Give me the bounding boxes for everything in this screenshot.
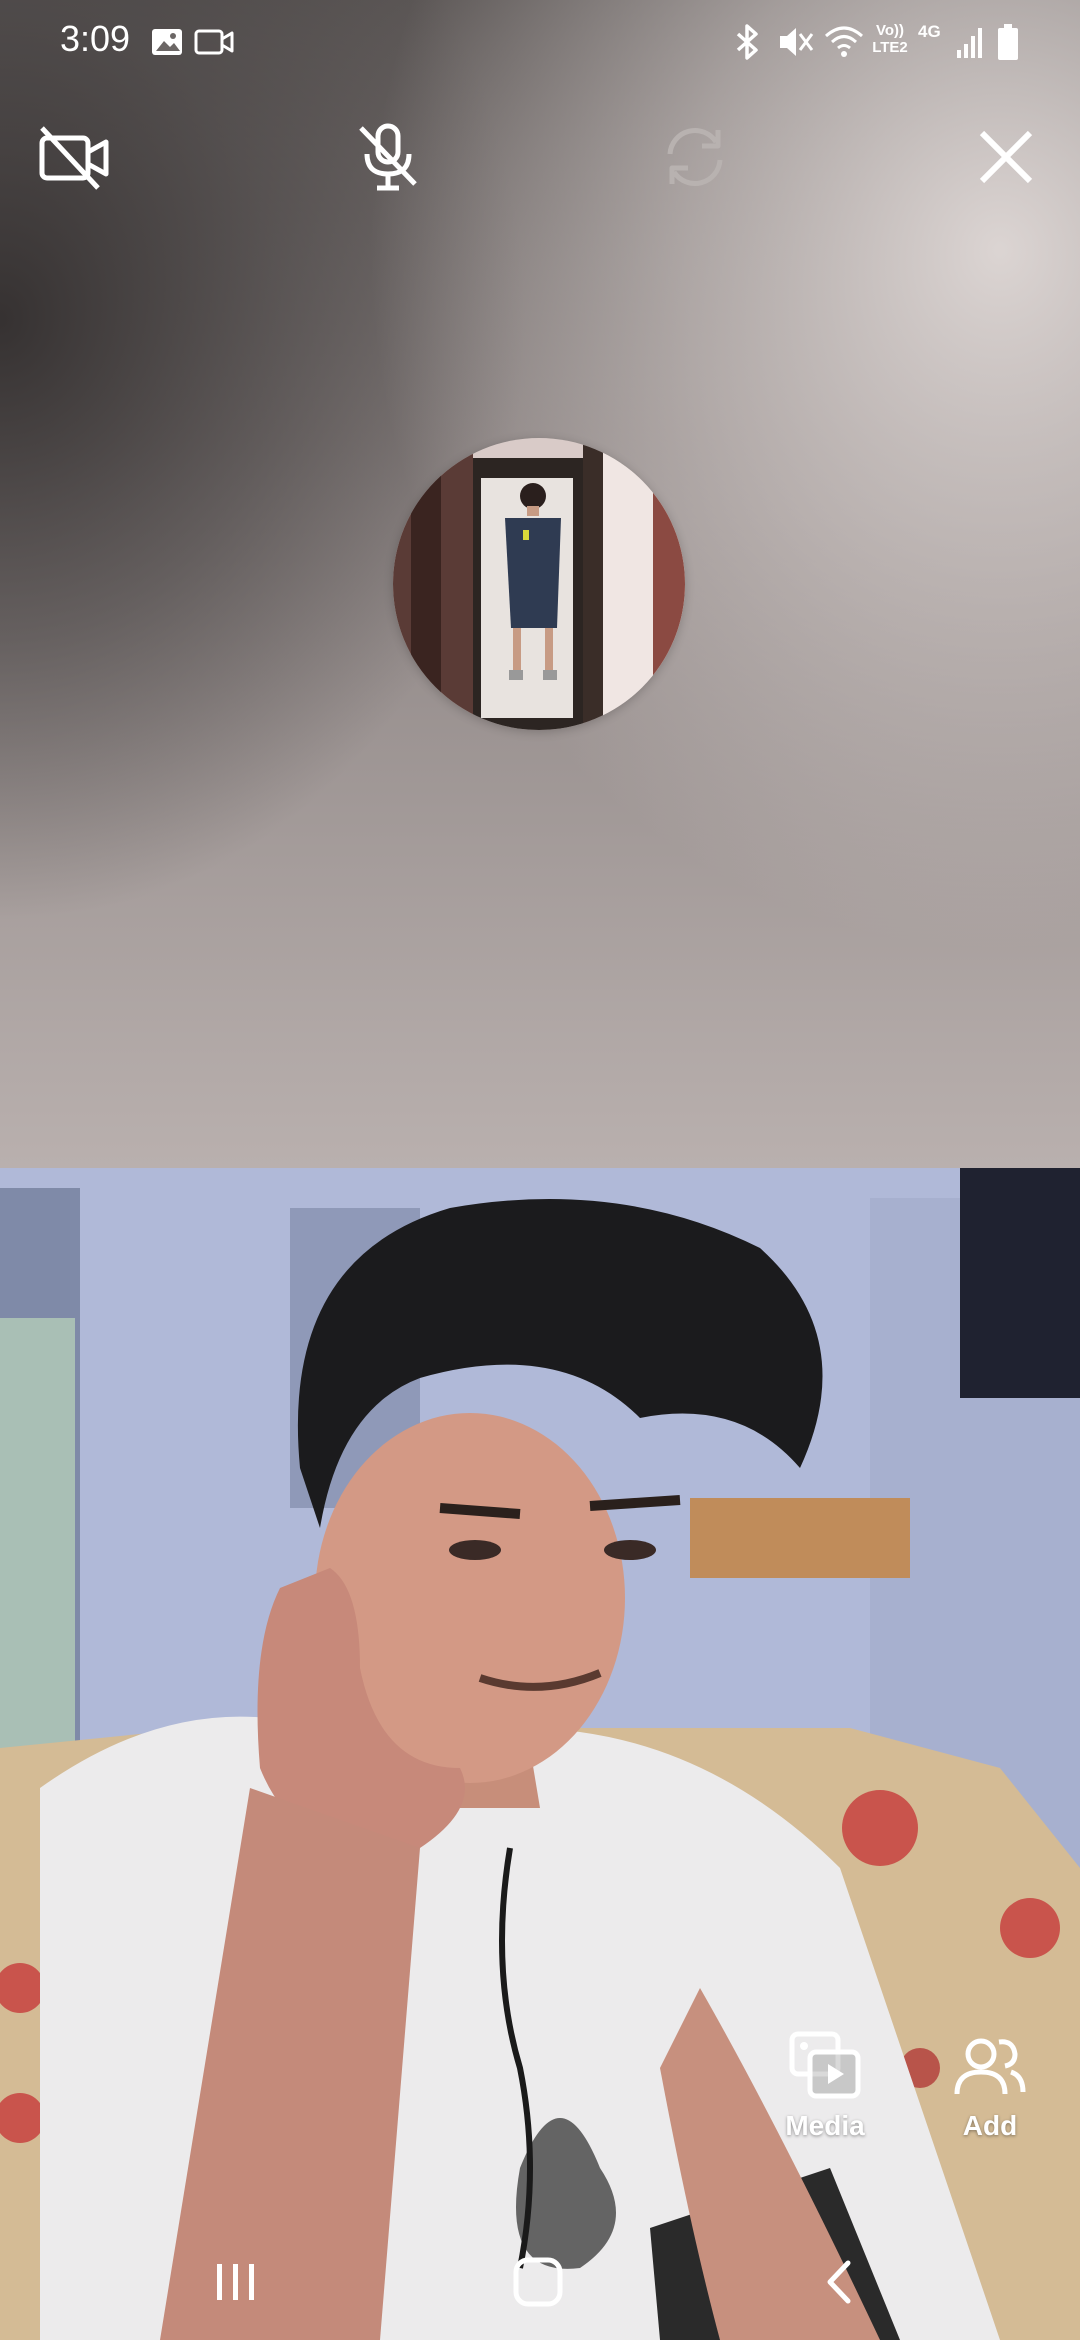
home-icon bbox=[513, 2257, 563, 2307]
wifi-icon bbox=[825, 26, 863, 57]
back-button[interactable] bbox=[800, 2250, 880, 2314]
status-time: 3:09 bbox=[60, 18, 131, 59]
recent-apps-icon bbox=[217, 2264, 254, 2300]
mic-toggle-button[interactable] bbox=[346, 115, 430, 199]
remote-video-area[interactable]: 3:09 Vo)) LTE2 4G bbox=[0, 0, 1080, 1168]
self-video-preview[interactable] bbox=[0, 1168, 1080, 2340]
end-call-button[interactable] bbox=[964, 115, 1048, 199]
switch-camera-button[interactable] bbox=[653, 115, 737, 199]
signal-icon bbox=[957, 28, 982, 58]
camera-toggle-button[interactable] bbox=[32, 115, 116, 199]
gallery-icon bbox=[152, 29, 182, 55]
contact-avatar bbox=[393, 438, 685, 730]
add-participant-button[interactable]: Add bbox=[950, 2030, 1030, 2142]
battery-icon bbox=[998, 24, 1018, 60]
switch-camera-icon bbox=[667, 128, 723, 186]
navigation-bar bbox=[0, 2220, 1080, 2340]
mic-off-icon bbox=[359, 123, 417, 191]
volte-indicator: Vo)) LTE2 bbox=[872, 22, 908, 56]
home-button[interactable] bbox=[498, 2250, 578, 2314]
close-icon bbox=[979, 130, 1033, 184]
back-icon bbox=[827, 2260, 851, 2304]
bluetooth-icon bbox=[736, 24, 758, 60]
recent-apps-button[interactable] bbox=[196, 2250, 276, 2314]
network-gen-indicator: 4G bbox=[918, 22, 941, 41]
media-icon bbox=[789, 2031, 861, 2099]
media-button[interactable]: Media bbox=[785, 2030, 865, 2142]
status-bar: 3:09 Vo)) LTE2 4G bbox=[0, 0, 1080, 84]
add-people-icon bbox=[954, 2038, 1026, 2095]
mute-icon bbox=[780, 28, 814, 56]
media-label: Media bbox=[785, 2110, 865, 2141]
add-label: Add bbox=[962, 2110, 1018, 2141]
video-recorder-icon bbox=[194, 29, 234, 55]
video-off-icon bbox=[39, 126, 109, 190]
